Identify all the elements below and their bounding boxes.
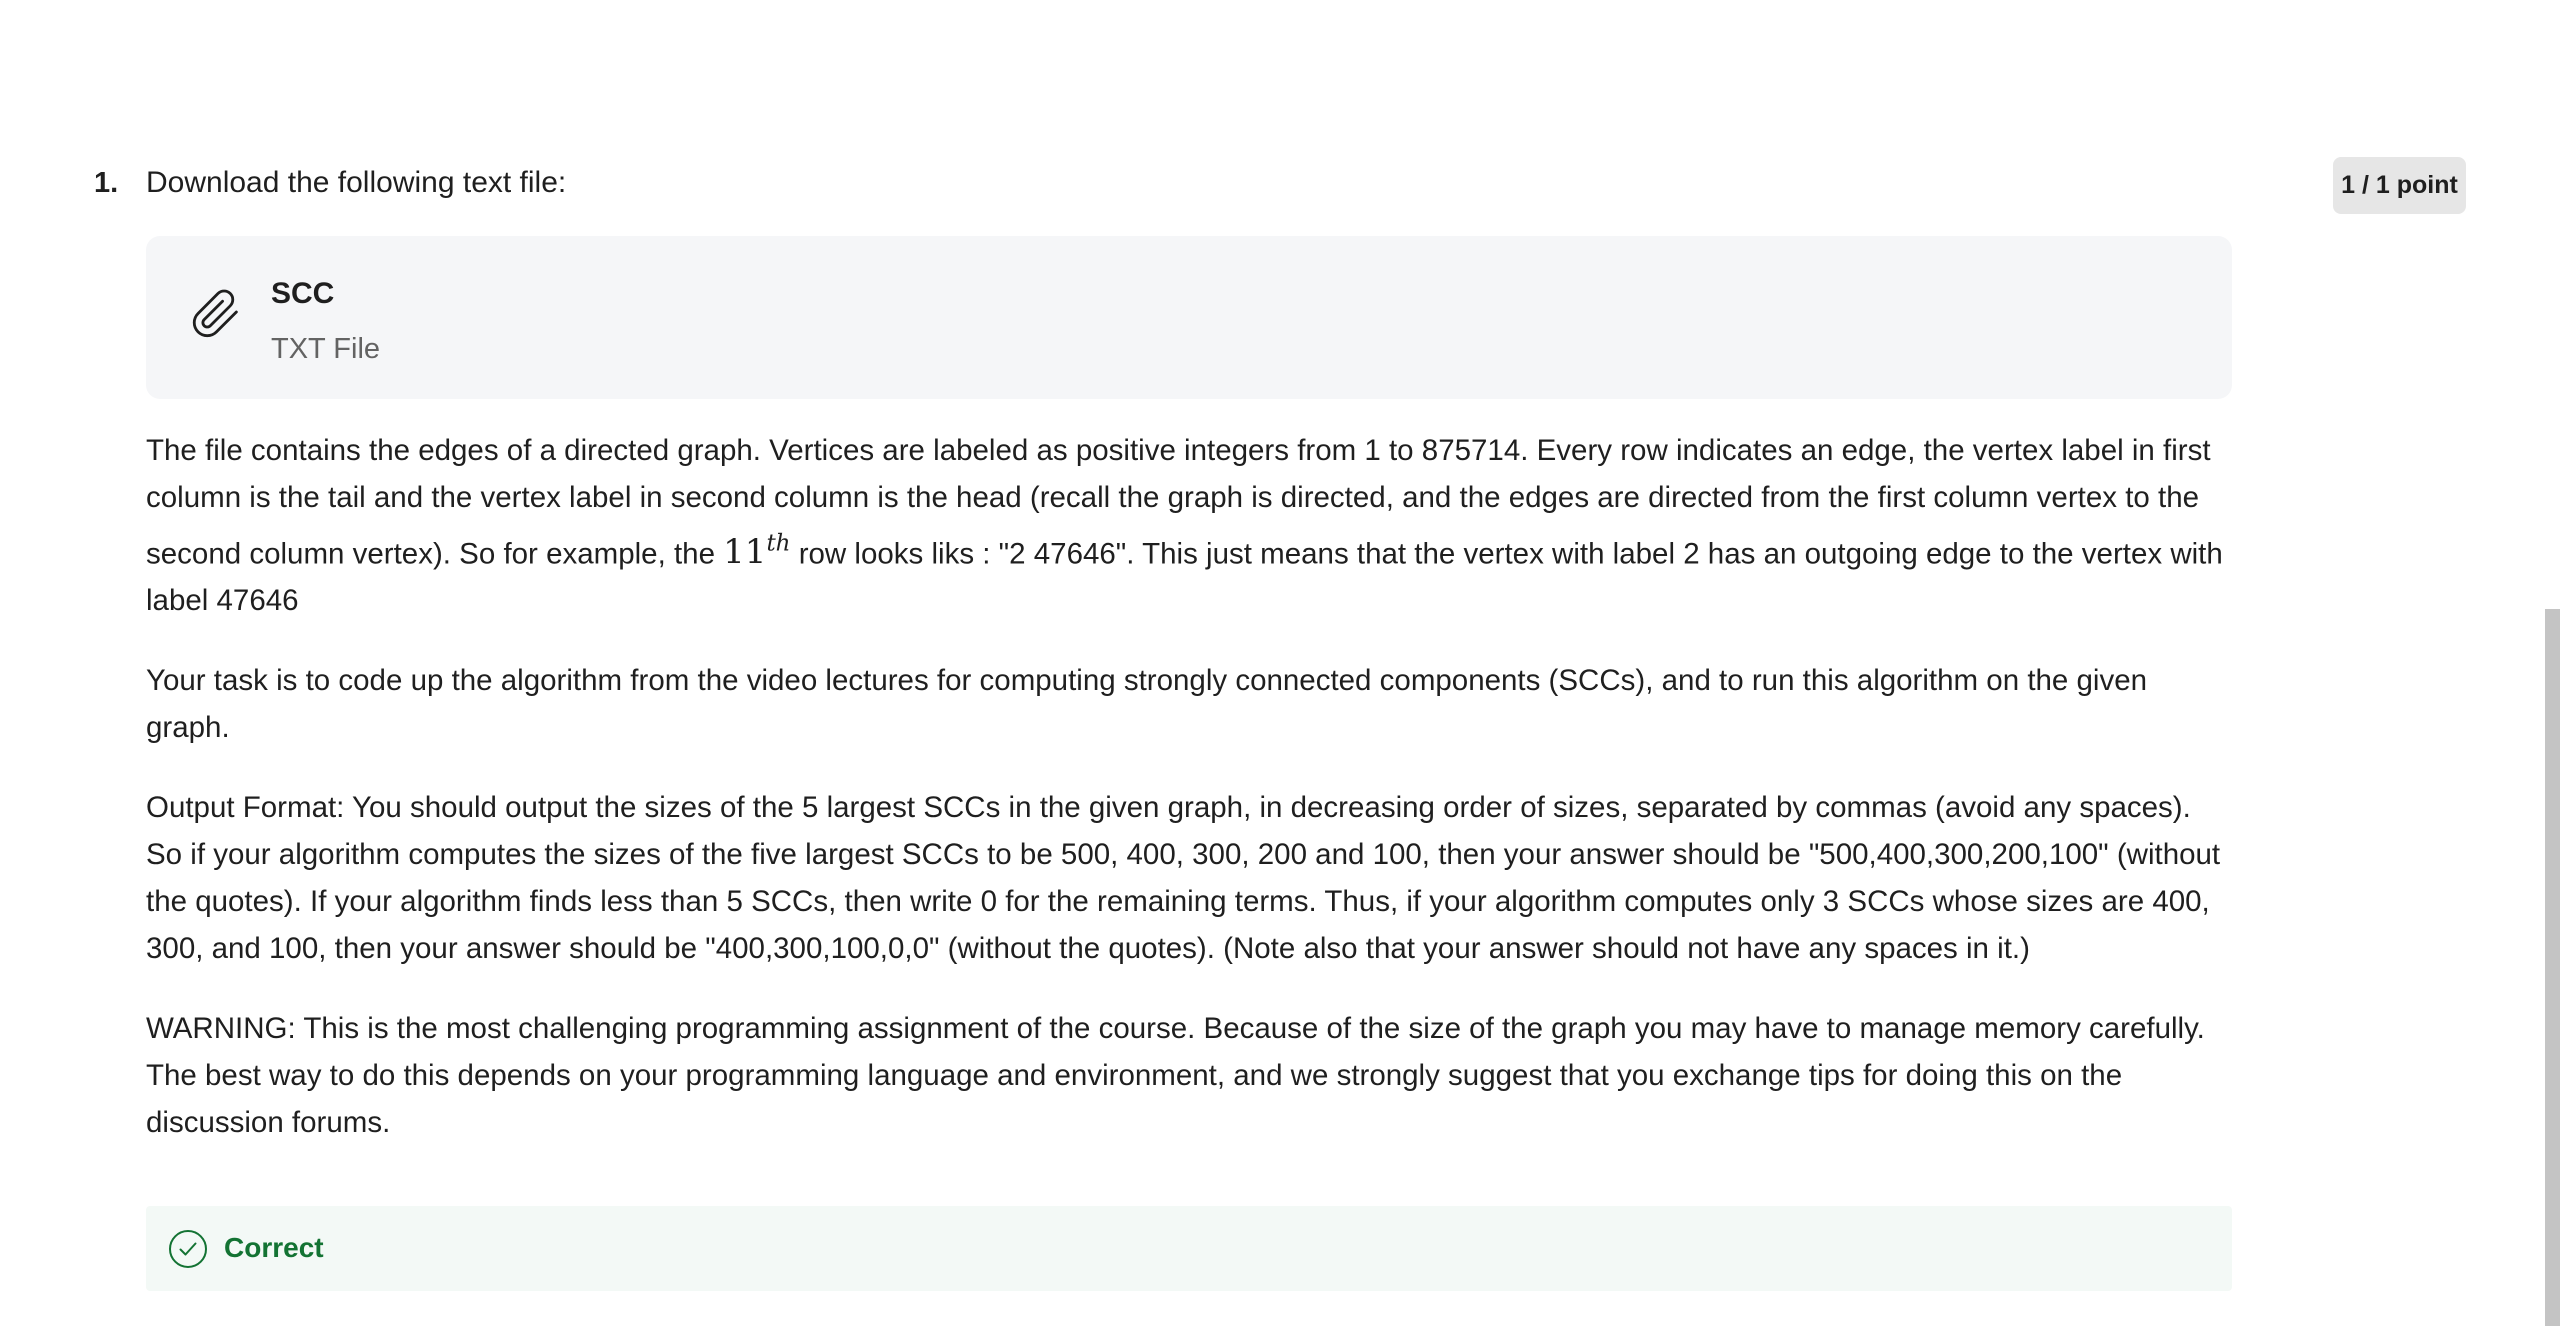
question-paragraph: The file contains the edges of a directe… <box>146 427 2232 624</box>
attachment-title[interactable]: SCC <box>271 274 334 314</box>
math-expression: 11th <box>723 531 791 573</box>
question-paragraph: WARNING: This is the most challenging pr… <box>146 1012 2205 1140</box>
question-paragraph: Output Format: You should output the siz… <box>146 791 2221 966</box>
attachment-card[interactable]: SCC TXT File <box>146 236 2232 399</box>
scrollbar[interactable] <box>2545 609 2560 1326</box>
feedback-label: Correct <box>224 1232 324 1264</box>
math-superscript: th <box>766 531 791 557</box>
question-body: Download the following text file: SCC TX… <box>146 163 2232 1292</box>
paperclip-icon <box>192 289 238 337</box>
math-base: 11 <box>723 532 767 573</box>
question-paragraph: Your task is to code up the algorithm fr… <box>146 664 2148 745</box>
attachment-type: TXT File <box>271 333 381 365</box>
question-number: 1. <box>94 167 119 199</box>
points-badge: 1 / 1 point <box>2333 157 2466 214</box>
check-circle-icon <box>169 1230 207 1269</box>
question-prompt: Download the following text file: <box>146 166 567 199</box>
feedback-banner: Correct <box>146 1206 2232 1292</box>
